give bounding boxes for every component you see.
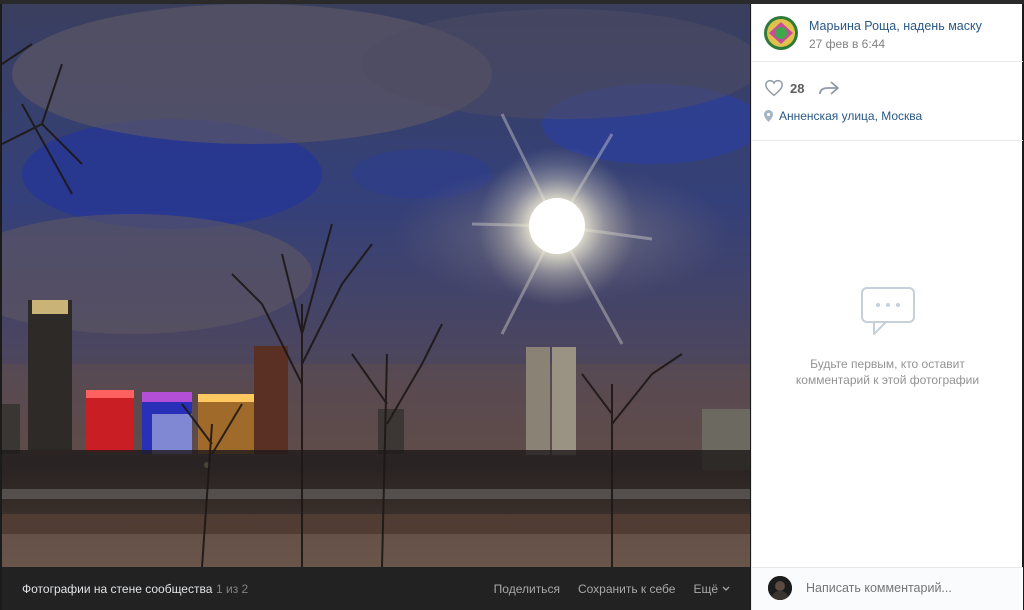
photo-counter: 1 из 2 — [216, 582, 249, 596]
photo-image[interactable] — [2, 4, 750, 567]
comment-input[interactable] — [806, 581, 1006, 595]
info-panel: Марьина Роща, надень маску 27 фев в 6:44… — [751, 4, 1023, 610]
heart-icon[interactable] — [764, 79, 784, 97]
empty-comments-text: Будьте первым, кто оставит комментарий к… — [795, 357, 980, 387]
share-icon[interactable] — [818, 80, 840, 96]
reactions-row: 28 — [764, 78, 840, 98]
more-label: Ещё — [693, 582, 718, 596]
photo-actions: Поделиться Сохранить к себе Ещё — [494, 582, 730, 596]
post-header: Марьина Роща, надень маску 27 фев в 6:44 — [752, 4, 1023, 62]
location-pin-icon — [764, 110, 773, 122]
photo-bottom-bar: Фотографии на стене сообщества 1 из 2 По… — [2, 567, 750, 610]
chevron-down-icon — [722, 586, 730, 591]
comment-bubble-icon — [860, 287, 915, 335]
more-button[interactable]: Ещё — [693, 582, 730, 596]
user-avatar[interactable] — [768, 576, 792, 600]
comment-composer — [752, 567, 1023, 610]
location-link[interactable]: Анненская улица, Москва — [764, 109, 922, 123]
save-button[interactable]: Сохранить к себе — [578, 582, 676, 596]
empty-comments-placeholder: Будьте первым, кто оставит комментарий к… — [752, 286, 1023, 388]
panel-divider — [752, 140, 1023, 141]
location-label: Анненская улица, Москва — [779, 109, 923, 123]
album-link[interactable]: Фотографии на стене сообщества — [22, 582, 212, 596]
post-date[interactable]: 27 фев в 6:44 — [809, 37, 885, 51]
like-count: 28 — [790, 80, 805, 96]
post-author-link[interactable]: Марьина Роща, надень маску — [809, 19, 982, 33]
share-button[interactable]: Поделиться — [494, 582, 560, 596]
community-avatar[interactable] — [764, 16, 798, 50]
